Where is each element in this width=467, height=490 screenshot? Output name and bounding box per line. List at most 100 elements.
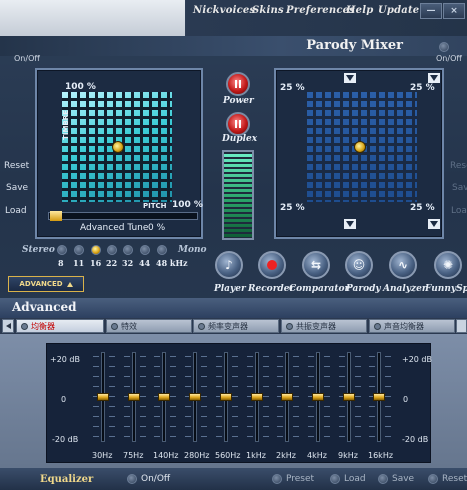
eq-band-thumb[interactable] [128, 393, 140, 401]
menu-nickvoices[interactable]: Nickvoices [193, 5, 255, 16]
eq-tick [369, 386, 375, 387]
tab-sound-eq[interactable]: 声音均衡器 [369, 319, 455, 333]
tab-effects[interactable]: 特效 [106, 319, 192, 333]
eq-tick [232, 396, 238, 397]
eq-tick [232, 386, 238, 387]
pitch-knob[interactable] [112, 141, 124, 153]
eq-band-thumb[interactable] [158, 393, 170, 401]
power-button[interactable] [226, 72, 250, 96]
arrow-down-bottom-icon[interactable] [344, 219, 356, 229]
eq-band-thumb[interactable] [97, 393, 109, 401]
eq-tick [124, 416, 130, 417]
eq-onoff-toggle[interactable] [127, 474, 137, 484]
eq-band-thumb[interactable] [220, 393, 232, 401]
eq-tick [201, 426, 207, 427]
eq-tick [308, 376, 314, 377]
menu-skins[interactable]: Skins [252, 5, 284, 16]
eq-band-thumb[interactable] [251, 393, 263, 401]
eq-band-label: 560Hz [215, 451, 241, 460]
advanced-tune-slider[interactable] [48, 212, 198, 220]
duplex-button[interactable] [226, 112, 250, 136]
eq-tick [185, 436, 191, 437]
parody-button[interactable]: ☺ [345, 251, 373, 279]
eq-tick [355, 396, 361, 397]
eq-tick [201, 396, 207, 397]
preset-button[interactable] [272, 474, 282, 484]
eq-tick [170, 396, 176, 397]
eq-band-thumb[interactable] [373, 393, 385, 401]
eq-tick [154, 436, 160, 437]
menu-help[interactable]: Help [346, 5, 373, 16]
eq-bottom-right: -20 dB [402, 435, 429, 444]
eq-tick [109, 416, 115, 417]
duplex-tr: 25 % [410, 83, 435, 93]
rate-44-radio[interactable] [140, 245, 150, 255]
eq-band-thumb[interactable] [281, 393, 293, 401]
duplex-knob[interactable] [354, 141, 366, 153]
reset-button[interactable]: Reset [4, 161, 29, 171]
rate-32-radio[interactable] [123, 245, 133, 255]
eq-tick [232, 376, 238, 377]
rate-11-radio[interactable] [74, 245, 84, 255]
eq-tick [154, 416, 160, 417]
eq-band-thumb[interactable] [312, 393, 324, 401]
rate-48-radio[interactable] [157, 245, 167, 255]
save-button[interactable]: Save [6, 183, 28, 193]
eq-tick [277, 366, 283, 367]
rate-8-radio[interactable] [57, 245, 67, 255]
eq-band-thumb[interactable] [343, 393, 355, 401]
eq-tick [369, 376, 375, 377]
save-button-right[interactable]: Sav [452, 183, 467, 193]
eq-tick [263, 366, 269, 367]
arrow-down-bottom-right-icon[interactable] [428, 219, 440, 229]
eq-tick [140, 376, 146, 377]
advanced-tune-thumb[interactable] [50, 211, 62, 221]
reset-button-right[interactable]: Rese [450, 161, 467, 171]
eq-tick [277, 436, 283, 437]
close-button[interactable]: × [443, 3, 465, 19]
onoff-right-toggle[interactable] [439, 42, 449, 52]
eq-load-button[interactable] [330, 474, 340, 484]
advanced-tune-value: 0 % [148, 223, 166, 233]
eq-tick [293, 366, 299, 367]
eq-tick [185, 366, 191, 367]
arrow-down-top-icon[interactable] [344, 73, 356, 83]
recorder-label: Recorder [248, 284, 295, 294]
advanced-tune-label: Advanced Tune [80, 223, 149, 233]
eq-tick [369, 436, 375, 437]
eq-save-button[interactable] [378, 474, 388, 484]
load-button-right[interactable]: Loa [451, 206, 467, 216]
eq-tick [324, 376, 330, 377]
eq-reset-button[interactable] [428, 474, 438, 484]
load-button[interactable]: Load [5, 206, 27, 216]
menu-update[interactable]: Update [378, 5, 419, 16]
tab-freq-voice[interactable]: 频率变声器 [193, 319, 279, 333]
tab-resonance-voice[interactable]: 共振变声器 [281, 319, 367, 333]
player-button[interactable]: ♪ [215, 251, 243, 279]
tab-prev-icon[interactable] [2, 319, 14, 333]
eq-tick [140, 366, 146, 367]
eq-tick [124, 426, 130, 427]
eq-tick [170, 406, 176, 407]
tab-equalizer[interactable]: 均衡器 [16, 319, 104, 333]
eq-band-thumb[interactable] [189, 393, 201, 401]
minimize-button[interactable]: — [420, 3, 442, 19]
menu-preferences[interactable]: Preferences [286, 5, 355, 16]
recorder-button[interactable] [258, 251, 286, 279]
eq-tick [140, 406, 146, 407]
eq-tick [308, 406, 314, 407]
eq-tick [355, 356, 361, 357]
advanced-button[interactable]: ADVANCED [8, 276, 84, 292]
rate-16-radio[interactable] [91, 245, 101, 255]
comparator-button[interactable]: ⇆ [302, 251, 330, 279]
eq-tick [140, 356, 146, 357]
eq-tick [385, 426, 391, 427]
funny-button[interactable]: ✺ [434, 251, 462, 279]
rate-22-radio[interactable] [107, 245, 117, 255]
eq-tick [339, 376, 345, 377]
eq-tick [140, 386, 146, 387]
arrow-down-right-icon[interactable] [428, 73, 440, 83]
eq-tick [277, 386, 283, 387]
tab-next-icon[interactable] [456, 319, 467, 333]
analyzer-button[interactable]: ∿ [389, 251, 417, 279]
